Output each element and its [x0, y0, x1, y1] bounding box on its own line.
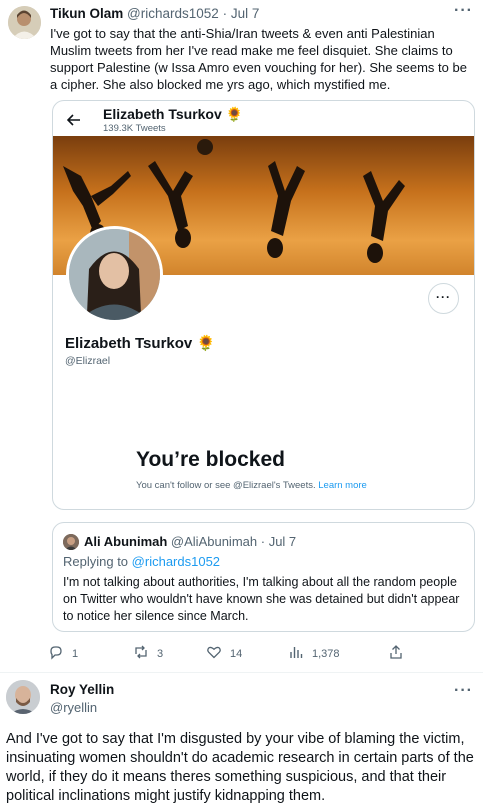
reply-text: And I've got to say that I'm disgusted b…: [6, 731, 474, 804]
embedded-profile-image[interactable]: Elizabeth Tsurkov 🌻 139.3K Tweets ··· El…: [52, 100, 475, 510]
retweet-count: 3: [157, 647, 164, 660]
heart-icon: [206, 644, 230, 663]
author-name[interactable]: Ali Abunimah: [84, 534, 167, 549]
divider: [0, 672, 483, 673]
separator: ·: [260, 534, 266, 549]
author-handle[interactable]: @AliAbunimah: [171, 534, 257, 549]
tweet-text: I've got to say that the anti-Shia/Iran …: [50, 26, 467, 92]
author-name[interactable]: Tikun Olam: [50, 6, 123, 21]
profile-name-text: Elizabeth Tsurkov: [65, 335, 193, 352]
author-name[interactable]: Roy Yellin: [50, 682, 114, 697]
blocked-description-text: You can't follow or see @Elizrael's Twee…: [136, 480, 316, 491]
reply-count: 1: [72, 647, 79, 660]
profile-header-name-text: Elizabeth Tsurkov: [103, 106, 222, 122]
retweet-button[interactable]: 3: [133, 644, 163, 663]
author-handle[interactable]: @ryellin: [50, 700, 97, 715]
arrow-left-icon: [66, 113, 81, 132]
views-count: 1,378: [312, 647, 340, 660]
tweet-date[interactable]: Jul 7: [231, 6, 260, 21]
replying-to-handle[interactable]: @richards1052: [132, 554, 220, 569]
reply-icon: [48, 644, 72, 663]
reply-button[interactable]: 1: [48, 644, 78, 663]
quoted-tweet-text: I'm not talking about authorities, I'm t…: [63, 575, 460, 623]
avatar[interactable]: [8, 6, 41, 39]
avatar[interactable]: [63, 534, 79, 550]
learn-more-link[interactable]: Learn more: [318, 480, 367, 491]
profile-handle: @Elizrael: [65, 355, 111, 367]
quoted-tweet[interactable]: Ali Abunimah @AliAbunimah · Jul 7 Replyi…: [52, 522, 475, 632]
author-handle[interactable]: @richards1052: [127, 6, 219, 21]
like-button[interactable]: 14: [206, 644, 242, 663]
replying-to-label: Replying to: [63, 554, 129, 569]
quoted-tweet-header: Ali Abunimah @AliAbunimah · Jul 7: [84, 534, 296, 549]
sunflower-icon: 🌻: [225, 106, 244, 122]
retweet-icon: [133, 644, 157, 663]
separator: ·: [222, 6, 228, 21]
tweet-actions: 1 3 14 1,378: [48, 644, 478, 664]
views-button[interactable]: 1,378: [288, 644, 340, 663]
profile-name: Elizabeth Tsurkov 🌻: [65, 334, 215, 352]
like-count: 14: [230, 647, 243, 660]
share-button[interactable]: [388, 644, 412, 663]
blocked-title: You’re blocked: [136, 448, 285, 471]
replying-to: Replying to @richards1052: [63, 554, 220, 569]
profile-tweet-count: 139.3K Tweets: [103, 123, 166, 134]
profile-header-name: Elizabeth Tsurkov 🌻: [103, 106, 243, 123]
tweet-date[interactable]: Jul 7: [269, 534, 296, 549]
tweet-header: Tikun Olam @richards1052 · Jul 7: [50, 6, 259, 21]
blocked-description: You can't follow or see @Elizrael's Twee…: [136, 479, 386, 492]
analytics-icon: [288, 644, 312, 663]
avatar[interactable]: [6, 680, 40, 714]
profile-more-button[interactable]: ···: [428, 283, 459, 314]
share-icon: [388, 644, 412, 663]
profile-avatar: [66, 226, 163, 323]
sunflower-icon: 🌻: [196, 335, 216, 352]
tweet[interactable]: Tikun Olam @richards1052 · Jul 7 ··· I'v…: [0, 0, 483, 672]
more-options-button[interactable]: ···: [454, 683, 473, 699]
more-options-button[interactable]: ···: [454, 3, 473, 19]
